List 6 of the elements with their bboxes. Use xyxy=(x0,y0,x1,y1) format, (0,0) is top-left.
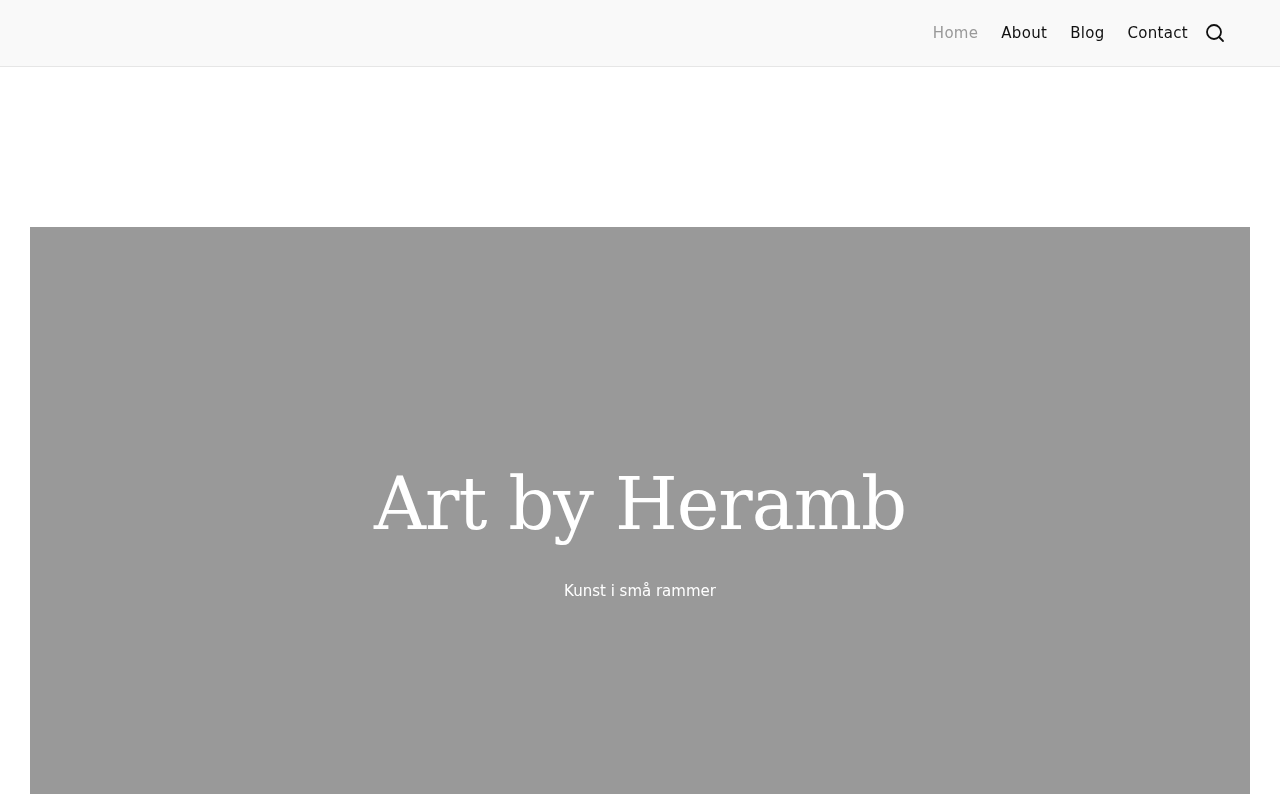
nav-link[interactable]: Contact xyxy=(1127,24,1188,42)
hero-title: Art by Heramb xyxy=(374,461,906,546)
search-icon[interactable] xyxy=(1205,23,1225,43)
nav-link[interactable]: About xyxy=(1001,24,1048,42)
hero-tagline: Kunst i små rammer xyxy=(564,581,716,600)
nav-link[interactable]: Blog xyxy=(1070,24,1105,42)
